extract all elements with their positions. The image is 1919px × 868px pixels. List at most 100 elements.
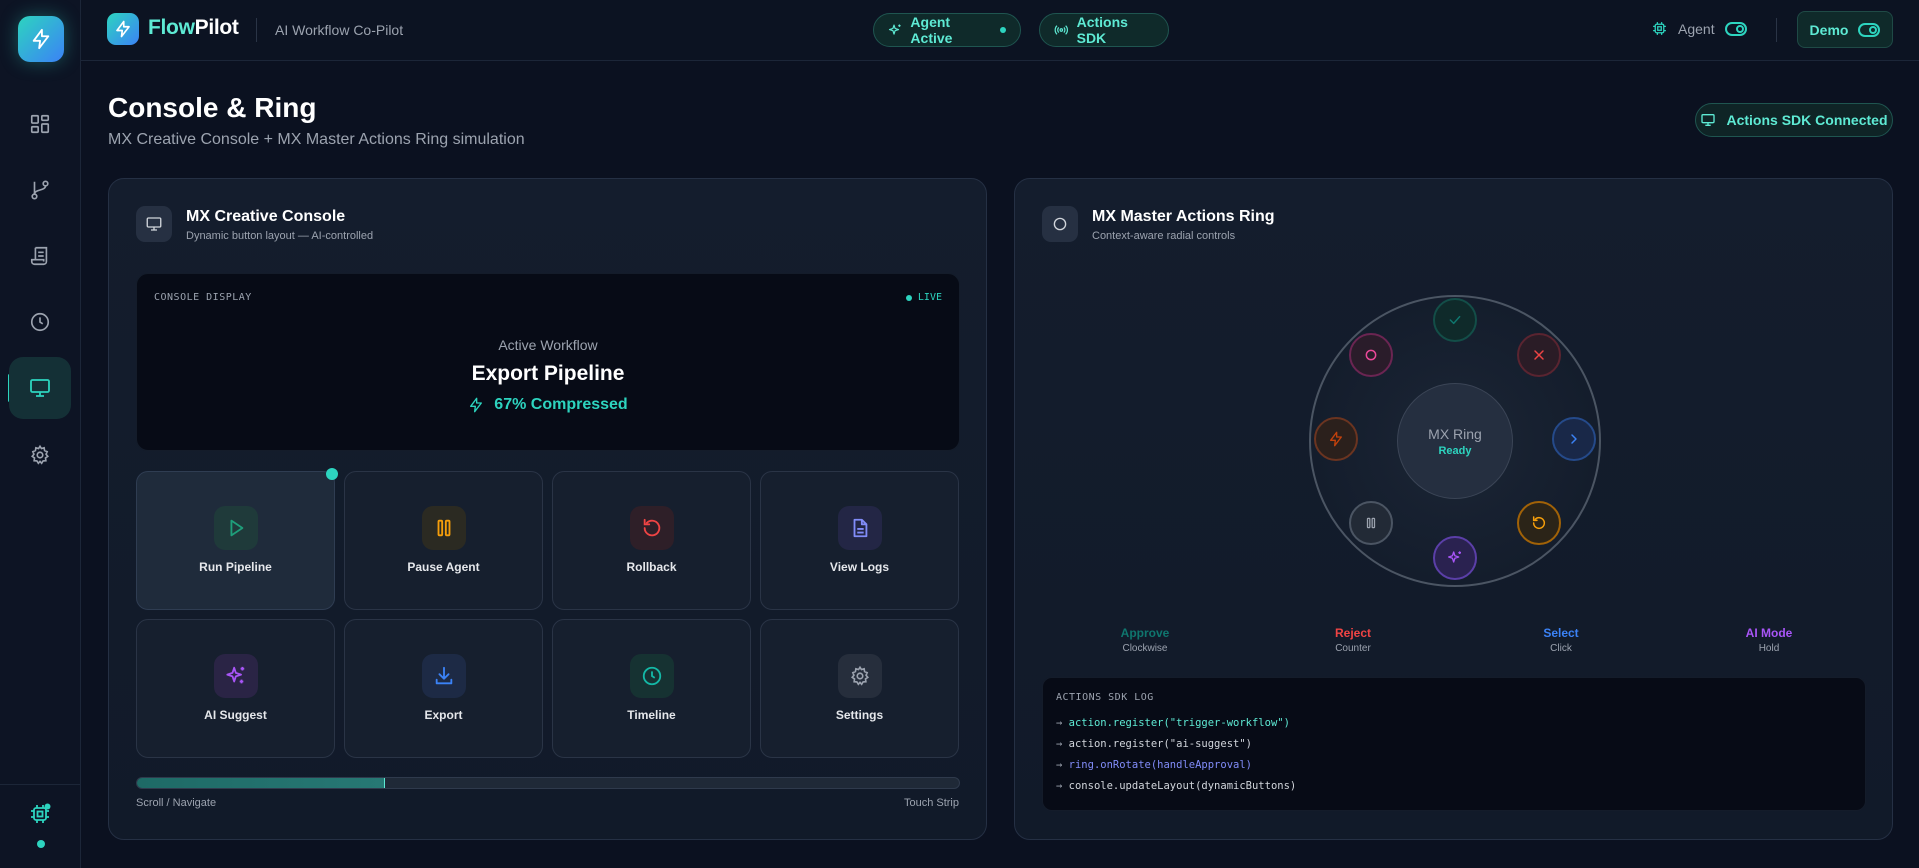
- touch-strip-left-label: Scroll / Navigate: [136, 797, 217, 809]
- ring-trigger-button[interactable]: [1314, 417, 1358, 461]
- actions-ring: MX Ring Ready: [1309, 295, 1601, 587]
- legend-ai-mode: AI Mode Hold: [1679, 626, 1859, 654]
- legend-select-sub: Click: [1550, 643, 1572, 654]
- demo-toggle-button[interactable]: Demo: [1797, 11, 1893, 48]
- top-header: FlowPilot AI Workflow Co-Pilot Agent Act…: [81, 0, 1919, 61]
- grid-icon: [30, 114, 50, 134]
- pause-icon: [437, 519, 450, 537]
- legend-select-name: Select: [1543, 626, 1579, 640]
- brand-name-part1: Flow: [148, 16, 195, 39]
- pause-agent-button[interactable]: Pause Agent: [344, 471, 543, 610]
- ring-pause-button[interactable]: [1349, 501, 1393, 545]
- console-panel-icon: [136, 206, 172, 242]
- workflow-stat: 67% Compressed: [137, 396, 959, 414]
- cbtn-icon-wrap: [837, 654, 882, 698]
- touch-strip-slider[interactable]: [136, 777, 960, 789]
- bolt-icon: [116, 20, 130, 38]
- sdk-connected-badge[interactable]: Actions SDK Connected: [1695, 103, 1893, 137]
- active-badge-dot: [326, 468, 338, 480]
- legend-approve: Approve Clockwise: [1055, 626, 1235, 654]
- live-dot: [905, 294, 912, 301]
- cbtn-icon-wrap: [213, 654, 258, 698]
- view-logs-button[interactable]: View Logs: [760, 471, 959, 610]
- legend-reject-sub: Counter: [1335, 643, 1371, 654]
- divider: [1776, 18, 1777, 42]
- chip-icon: [1653, 22, 1666, 35]
- agent-toggle[interactable]: Agent: [1651, 20, 1747, 37]
- cbtn-icon-wrap: [213, 506, 258, 550]
- ring-panel-icon: [1042, 206, 1078, 242]
- bolt-icon: [1330, 431, 1342, 447]
- log-line-text: ring.onRotate(handleApproval): [1068, 759, 1252, 771]
- settings-button[interactable]: Settings: [760, 619, 959, 758]
- page-title: Console & Ring: [108, 92, 317, 123]
- branch-icon: [31, 180, 49, 200]
- sidebar-item-dashboard[interactable]: [9, 93, 71, 155]
- divider: [256, 18, 257, 42]
- ai-suggest-label: AI Suggest: [204, 708, 267, 722]
- ring-approve-button[interactable]: [1433, 298, 1477, 342]
- sidebar-item-history[interactable]: [9, 291, 71, 353]
- cbtn-icon-wrap: [629, 654, 674, 698]
- export-label: Export: [424, 708, 463, 722]
- log-line-text: action.register("trigger-workflow"): [1068, 717, 1290, 729]
- ring-center-title: MX Ring: [1428, 425, 1482, 442]
- circle-icon: [1053, 217, 1067, 231]
- ring-center-status: Ready: [1438, 444, 1472, 457]
- legend-select: Select Click: [1471, 626, 1651, 654]
- console-title: MX Creative Console: [186, 208, 346, 225]
- page-subtitle: MX Creative Console + MX Master Actions …: [108, 131, 525, 148]
- actions-sdk-label: Actions SDK: [1076, 14, 1128, 46]
- legend-approve-name: Approve: [1120, 626, 1170, 640]
- clock-icon: [30, 312, 50, 332]
- sparkle-icon: [1448, 551, 1461, 563]
- ring-title: MX Master Actions Ring: [1092, 208, 1275, 225]
- ring-select-button[interactable]: [1552, 417, 1596, 461]
- creative-console-panel: MX Creative Console Dynamic button layou…: [108, 178, 987, 840]
- sidebar-item-logs[interactable]: [9, 225, 71, 287]
- legend-approve-sub: Clockwise: [1122, 643, 1168, 654]
- touch-strip-right-label: Touch Strip: [903, 797, 959, 809]
- ai-suggest-button[interactable]: AI Suggest: [136, 619, 335, 758]
- ring-center-button[interactable]: MX Ring Ready: [1397, 383, 1513, 499]
- demo-label: Demo: [1809, 21, 1849, 38]
- ring-rollback-button[interactable]: [1517, 501, 1561, 545]
- sidebar-item-workflows[interactable]: [9, 159, 71, 221]
- gear-icon: [30, 444, 50, 465]
- export-button[interactable]: Export: [344, 619, 543, 758]
- toggle-switch-icon[interactable]: [1724, 21, 1747, 36]
- workflow-stat-label: 67% Compressed: [494, 396, 628, 413]
- sidebar-item-console[interactable]: [9, 357, 71, 419]
- agent-toggle-label: Agent: [1678, 20, 1715, 37]
- ring-reject-button[interactable]: [1517, 333, 1561, 377]
- run-pipeline-button[interactable]: Run Pipeline: [136, 468, 338, 610]
- actions-ring-panel: MX Master Actions Ring Context-aware rad…: [1014, 178, 1893, 840]
- play-icon: [230, 519, 243, 537]
- actions-sdk-pill[interactable]: Actions SDK: [1039, 13, 1169, 47]
- rollback-button[interactable]: Rollback: [552, 471, 751, 610]
- touch-strip-handle[interactable]: [383, 778, 385, 788]
- sidebar: [0, 0, 81, 868]
- toggle-switch-icon: [1858, 22, 1881, 37]
- ring-ai-mode-button[interactable]: [1433, 536, 1477, 580]
- legend-ai-mode-name: AI Mode: [1745, 626, 1793, 640]
- sdk-connected-label: Actions SDK Connected: [1726, 112, 1888, 128]
- run-pipeline-label: Run Pipeline: [199, 560, 272, 574]
- status-dot: [37, 840, 45, 848]
- sdk-log-title: ACTIONS SDK LOG: [1056, 692, 1154, 703]
- timeline-button[interactable]: Timeline: [552, 619, 751, 758]
- workflow-name: Export Pipeline: [471, 362, 625, 385]
- ring-subtitle: Context-aware radial controls: [1092, 230, 1236, 242]
- file-icon: [853, 518, 867, 538]
- sidebar-chip-button[interactable]: [9, 784, 71, 844]
- app-logo[interactable]: [18, 16, 64, 62]
- brand-logo[interactable]: [107, 13, 139, 45]
- broadcast-icon: [1054, 25, 1068, 35]
- sidebar-item-settings[interactable]: [9, 424, 71, 486]
- agent-active-pill[interactable]: Agent Active: [873, 13, 1021, 47]
- rollback-icon: [643, 518, 660, 537]
- ring-record-button[interactable]: [1349, 333, 1393, 377]
- log-line: → action.register("trigger-workflow"): [1056, 717, 1290, 729]
- live-label: LIVE: [917, 292, 942, 303]
- cbtn-icon-wrap: [421, 654, 466, 698]
